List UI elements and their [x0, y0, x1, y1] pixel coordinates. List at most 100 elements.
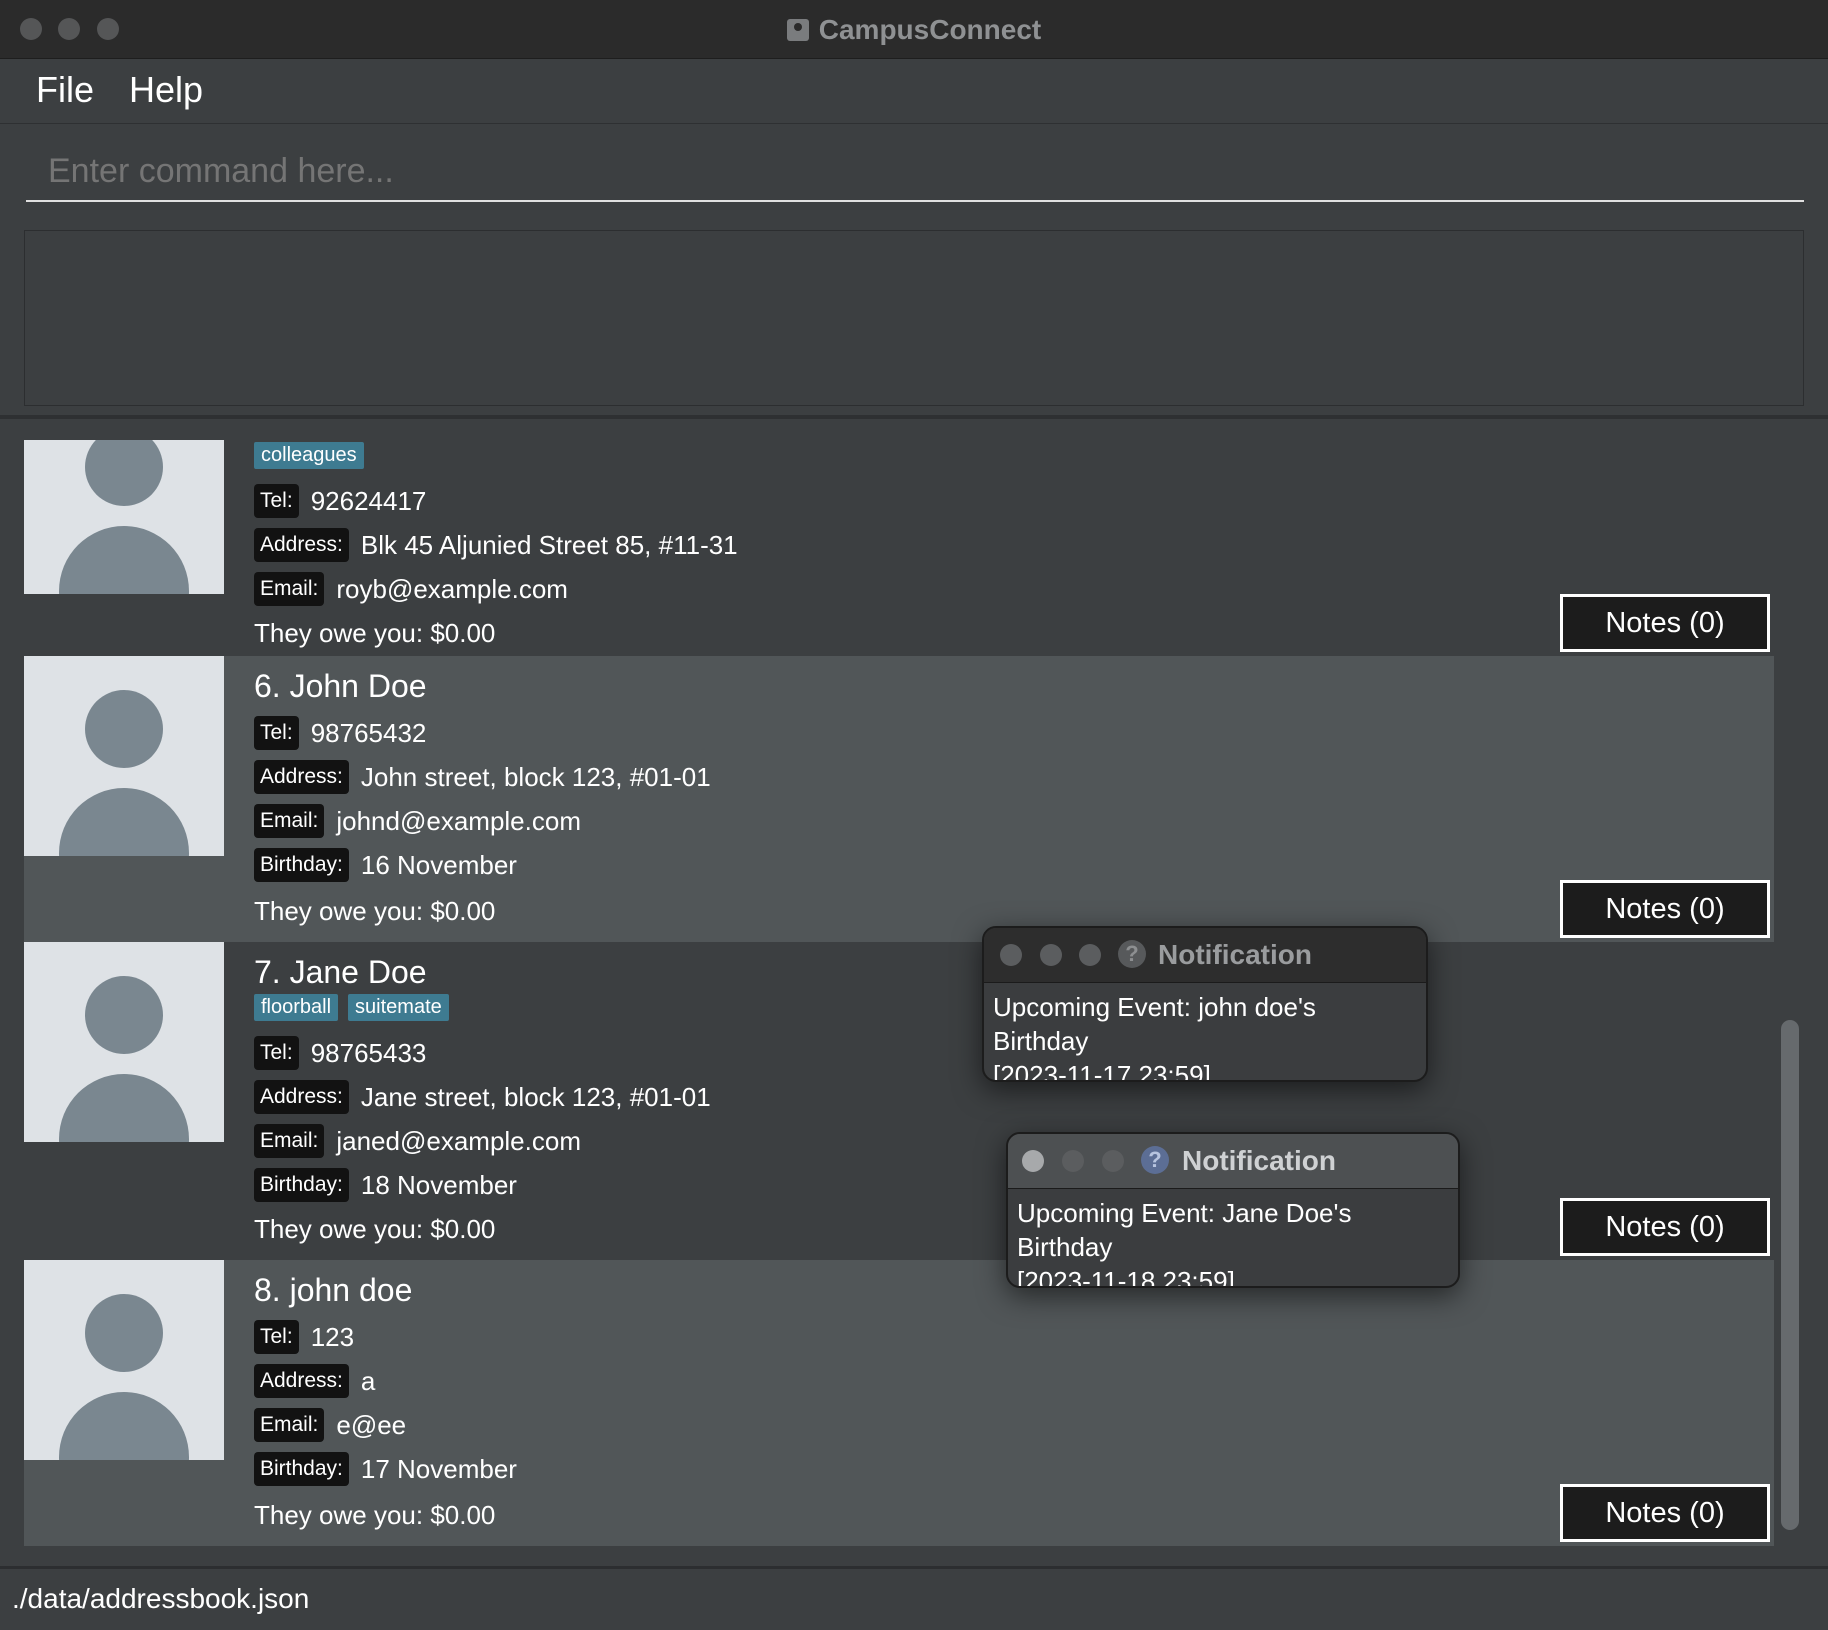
owe-amount: They owe you: $0.00 — [254, 896, 496, 926]
person-card[interactable]: 8. john doe Tel: 123 Address: a Email: e@ee… — [24, 1260, 1774, 1546]
address-field: Address: Blk 45 Aljunied Street 85, #11-3… — [254, 528, 738, 568]
tel-label: Tel: — [254, 1320, 299, 1354]
list-scrollbar[interactable] — [1778, 440, 1804, 1546]
tag: floorball — [254, 994, 339, 1021]
address-value: John street, block 123, #01-01 — [360, 761, 711, 792]
scrollbar-thumb[interactable] — [1781, 1020, 1799, 1530]
avatar — [24, 942, 224, 1142]
address-label: Address: — [254, 760, 349, 794]
notes-button[interactable]: Notes (0) — [1560, 1484, 1770, 1542]
avatar — [24, 1260, 224, 1460]
tag: colleagues — [254, 442, 364, 469]
notification-window[interactable]: ? Notification Upcoming Event: john doe'… — [982, 926, 1428, 1082]
notification-close-button[interactable] — [1022, 1150, 1044, 1172]
title-bar: CampusConnect — [0, 0, 1828, 59]
notification-minimize-button[interactable] — [1040, 944, 1062, 966]
email-field: Email: janed@example.com — [254, 1124, 581, 1164]
tel-field: Tel: 92624417 — [254, 484, 426, 524]
birthday-label: Birthday: — [254, 1452, 349, 1486]
notification-minimize-button[interactable] — [1062, 1150, 1084, 1172]
tag-list: colleagues — [254, 442, 374, 469]
notification-window[interactable]: ? Notification Upcoming Event: Jane Doe'… — [1006, 1132, 1460, 1288]
notes-button[interactable]: Notes (0) — [1560, 1198, 1770, 1256]
birthday-value: 16 November — [360, 849, 517, 880]
window-title: CampusConnect — [0, 14, 1828, 46]
address-label: Address: — [254, 1080, 349, 1114]
tel-value: 98765433 — [310, 1037, 427, 1068]
tel-value: 123 — [310, 1321, 355, 1352]
email-field: Email: royb@example.com — [254, 572, 568, 612]
email-value: johnd@example.com — [336, 805, 581, 836]
address-value: Jane street, block 123, #01-01 — [360, 1081, 711, 1112]
address-field: Address: John street, block 123, #01-01 — [254, 760, 711, 800]
address-field: Address: Jane street, block 123, #01-01 — [254, 1080, 711, 1120]
app-icon — [786, 19, 809, 41]
notification-title: Notification — [1182, 1145, 1336, 1176]
address-label: Address: — [254, 1364, 349, 1398]
owe-amount: They owe you: $0.00 — [254, 1214, 496, 1244]
question-icon: ? — [1118, 940, 1146, 968]
notification-message-line: [2023-11-17 23:59] — [993, 1060, 1211, 1082]
notification-message-line: Upcoming Event: john doe's Birthday — [993, 992, 1316, 1056]
result-display[interactable] — [24, 230, 1804, 406]
address-field: Address: a — [254, 1364, 375, 1404]
notification-message: Upcoming Event: john doe's Birthday [202… — [993, 990, 1417, 1082]
birthday-field: Birthday: 17 November — [254, 1452, 517, 1492]
notification-title-bar: ? Notification — [1008, 1134, 1458, 1189]
tag-list: floorball suitemate — [254, 994, 459, 1021]
command-box — [0, 124, 1828, 219]
tel-label: Tel: — [254, 484, 299, 518]
birthday-field: Birthday: 18 November — [254, 1168, 517, 1208]
tel-label: Tel: — [254, 1036, 299, 1070]
person-name: 6. John Doe — [254, 668, 427, 704]
data-file-path: ./data/addressbook.json — [12, 1583, 310, 1614]
notification-zoom-button[interactable] — [1102, 1150, 1124, 1172]
email-label: Email: — [254, 572, 325, 606]
email-label: Email: — [254, 804, 325, 838]
address-label: Address: — [254, 528, 349, 562]
tel-label: Tel: — [254, 716, 299, 750]
address-value: a — [360, 1365, 376, 1396]
person-list: colleagues Tel: 92624417 Address: Blk 45 A… — [24, 440, 1774, 1546]
birthday-field: Birthday: 16 November — [254, 848, 517, 888]
menu-file[interactable]: File — [36, 69, 94, 111]
birthday-label: Birthday: — [254, 848, 349, 882]
tel-field: Tel: 98765432 — [254, 716, 426, 756]
person-name: 8. john doe — [254, 1272, 413, 1308]
email-field: Email: e@ee — [254, 1408, 406, 1448]
owe-amount: They owe you: $0.00 — [254, 618, 496, 648]
notification-title: Notification — [1158, 939, 1312, 970]
address-value: Blk 45 Aljunied Street 85, #11-31 — [360, 529, 738, 560]
tel-field: Tel: 98765433 — [254, 1036, 426, 1076]
notes-button[interactable]: Notes (0) — [1560, 594, 1770, 652]
email-label: Email: — [254, 1124, 325, 1158]
tel-value: 98765432 — [310, 717, 427, 748]
email-value: janed@example.com — [336, 1125, 581, 1156]
menu-bar: File Help — [0, 59, 1828, 124]
birthday-value: 18 November — [360, 1169, 517, 1200]
status-bar: ./data/addressbook.json — [0, 1566, 1828, 1630]
tag: suitemate — [348, 994, 449, 1021]
notification-close-button[interactable] — [1000, 944, 1022, 966]
notes-button[interactable]: Notes (0) — [1560, 880, 1770, 938]
notification-message-line: [2023-11-18 23:59] — [1017, 1266, 1235, 1288]
avatar — [24, 440, 224, 594]
menu-help[interactable]: Help — [129, 69, 203, 111]
owe-amount: They owe you: $0.00 — [254, 1500, 496, 1530]
app-window: CampusConnect File Help colleagues Tel: 9… — [0, 0, 1828, 1630]
question-icon: ? — [1141, 1146, 1169, 1174]
person-card[interactable]: colleagues Tel: 92624417 Address: Blk 45 A… — [24, 440, 1774, 656]
person-card[interactable]: 7. Jane Doe floorball suitemate Tel: 98765… — [24, 942, 1774, 1260]
notification-title-bar: ? Notification — [984, 928, 1426, 983]
person-card[interactable]: 6. John Doe Tel: 98765432 Address: John st… — [24, 656, 1774, 942]
birthday-value: 17 November — [360, 1453, 517, 1484]
tel-value: 92624417 — [310, 485, 427, 516]
notification-message: Upcoming Event: Jane Doe's Birthday [202… — [1017, 1196, 1449, 1288]
window-title-text: CampusConnect — [818, 14, 1042, 45]
email-value: royb@example.com — [336, 573, 568, 604]
email-field: Email: johnd@example.com — [254, 804, 581, 844]
notification-message-line: Upcoming Event: Jane Doe's Birthday — [1017, 1198, 1352, 1262]
panel-divider — [0, 415, 1828, 419]
notification-zoom-button[interactable] — [1079, 944, 1101, 966]
command-input[interactable] — [26, 142, 1804, 202]
